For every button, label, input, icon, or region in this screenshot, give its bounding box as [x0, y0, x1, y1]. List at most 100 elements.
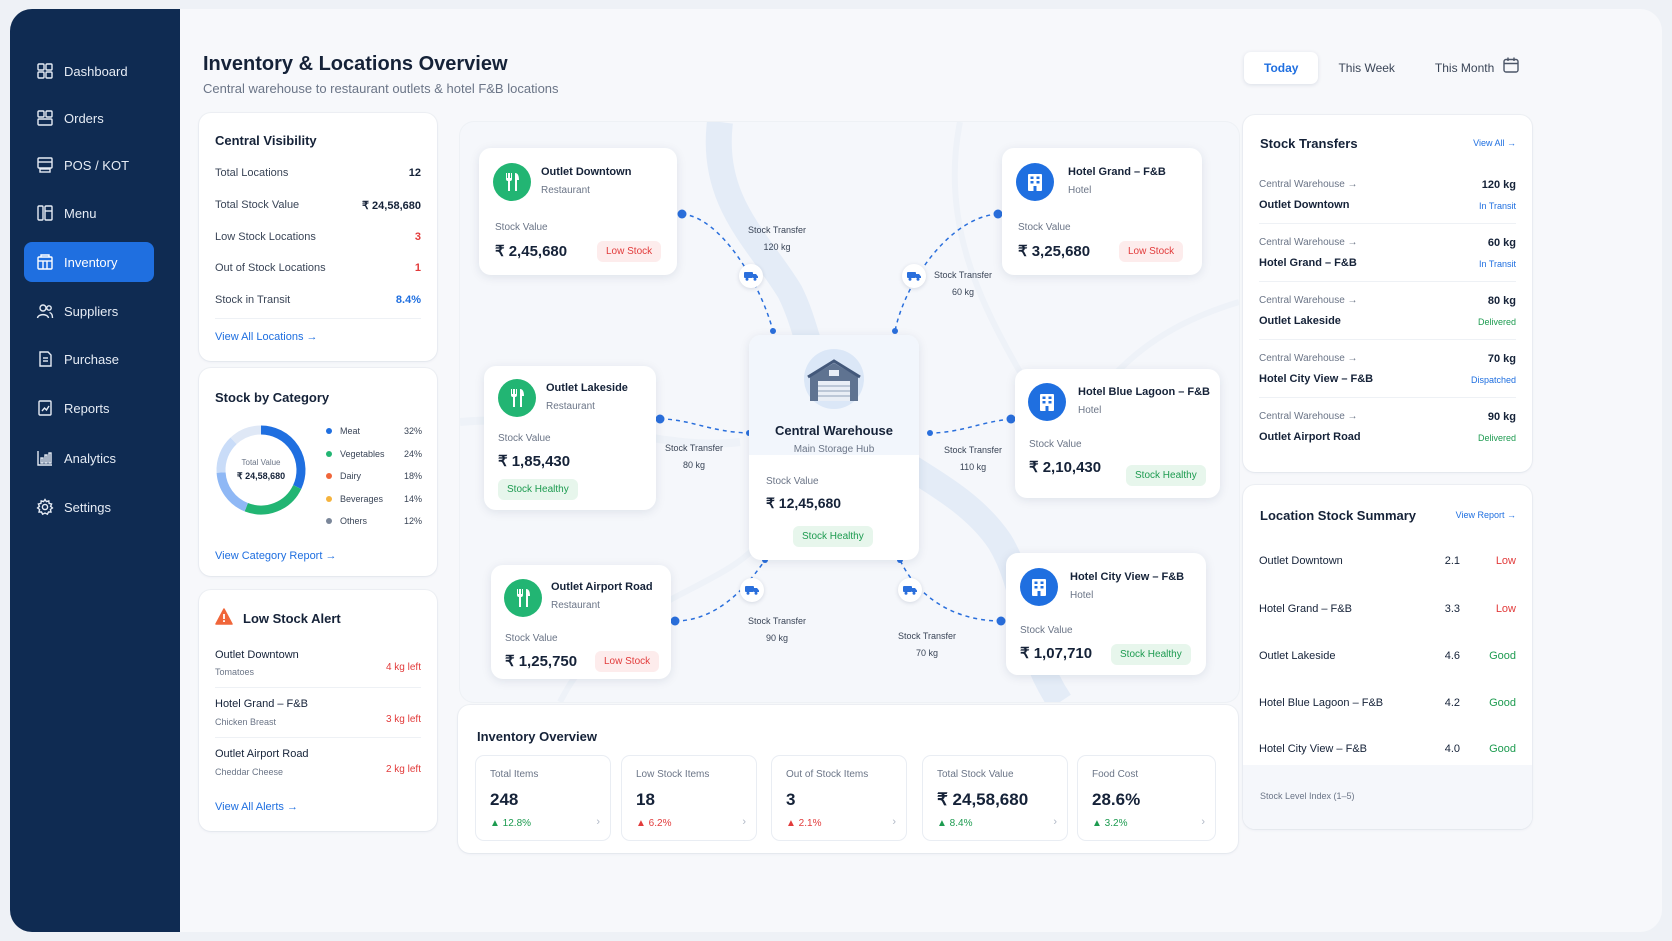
orders-icon [37, 110, 53, 126]
transfer-title: Stock Transfer [748, 225, 807, 235]
status-badge: Stock Healthy [1111, 644, 1191, 665]
stock-level-index-note: Stock Level Index (1–5) [1260, 791, 1355, 801]
sidebar-item-settings[interactable]: Settings [24, 487, 154, 527]
stock-by-category-card: Stock by Category Total Value ₹ 24,58,68… [199, 368, 437, 576]
legend-value: 24% [403, 449, 422, 459]
location-node-outlet-downtown[interactable]: Outlet Downtown Restaurant Stock Value ₹… [479, 148, 677, 275]
category-donut-chart [216, 425, 306, 515]
divider [1259, 223, 1516, 224]
transfer-from: Central Warehouse → [1259, 179, 1358, 190]
kpi-low-stock-items[interactable]: Low Stock Items 18 ▲ 6.2% › [622, 756, 756, 840]
fork-knife-icon [511, 389, 524, 407]
transfer-qty: 60 kg [1487, 237, 1516, 249]
node-name: Hotel City View – F&B [1070, 571, 1185, 583]
range-this-month[interactable]: This Month [1415, 52, 1514, 84]
location-node-hotel-city-view[interactable]: Hotel City View – F&B Hotel Stock Value … [1006, 553, 1206, 675]
transfer-title: Stock Transfer [934, 270, 993, 280]
transfer-status: Delivered [1477, 433, 1516, 443]
view-all-transfers-link[interactable]: View All → [1473, 138, 1516, 148]
sidebar-item-purchase[interactable]: Purchase [24, 339, 154, 379]
central-warehouse-node[interactable]: Central Warehouse Main Storage Hub Stock… [749, 335, 919, 560]
range-today[interactable]: Today [1244, 52, 1319, 84]
donut-center-label: Total Value [241, 458, 281, 467]
stat-row: Out of Stock Locations 1 [215, 262, 421, 274]
stock-level-grade: Low [1495, 603, 1516, 615]
stat-value: ₹ 24,58,680 [362, 200, 421, 212]
kpi-delta: ▲ 6.2% [636, 818, 672, 829]
summary-row[interactable]: Hotel City View – F&B 4.0 Good [1259, 743, 1516, 759]
sidebar-item-label: Dashboard [64, 63, 128, 79]
location-node-outlet-airport-road[interactable]: Outlet Airport Road Restaurant Stock Val… [491, 565, 671, 679]
location-name: Hotel City View – F&B [1259, 743, 1368, 755]
sidebar-item-label: Menu [64, 205, 97, 221]
card-title: Central Visibility [215, 133, 317, 148]
sidebar-item-label: Purchase [64, 351, 119, 367]
restaurant-icon [504, 579, 542, 617]
location-node-outlet-lakeside[interactable]: Outlet Lakeside Restaurant Stock Value ₹… [484, 366, 656, 510]
range-this-week[interactable]: This Week [1318, 52, 1414, 84]
view-all-locations-link[interactable]: View All Locations → [215, 331, 318, 343]
card-title: Low Stock Alert [243, 611, 341, 626]
summary-row[interactable]: Outlet Downtown 2.1 Low [1259, 555, 1516, 571]
chevron-right-icon: › [892, 816, 896, 828]
location-name: Hotel Blue Lagoon – F&B [1259, 697, 1384, 709]
stock-value: ₹ 3,25,680 [1018, 243, 1091, 260]
chevron-right-icon: › [596, 816, 600, 828]
summary-row[interactable]: Outlet Lakeside 4.6 Good [1259, 650, 1516, 666]
menu-icon [37, 205, 53, 221]
date-range-selector: Today This Week This Month [1244, 49, 1526, 87]
legend-swatch [326, 473, 332, 479]
stock-value-label: Stock Value [498, 433, 551, 444]
transfer-qty: 110 kg [959, 462, 987, 473]
view-all-alerts-link[interactable]: View All Alerts → [215, 801, 298, 813]
sidebar-item-orders[interactable]: Orders [24, 98, 154, 138]
alert-qty: 2 kg left [385, 764, 421, 775]
sidebar-item-suppliers[interactable]: Suppliers [24, 291, 154, 331]
sidebar-item-menu[interactable]: Menu [24, 193, 154, 233]
card-title: Location Stock Summary [1260, 508, 1417, 523]
legend-value: 32% [403, 426, 422, 436]
stat-row: Stock in Transit 8.4% [215, 294, 421, 306]
view-report-link[interactable]: View Report → [1456, 510, 1516, 520]
transfer-qty: 60 kg [952, 287, 975, 298]
sidebar-item-analytics[interactable]: Analytics [24, 438, 154, 478]
purchase-icon [39, 351, 52, 367]
summary-row[interactable]: Hotel Grand – F&B 3.3 Low [1259, 603, 1516, 619]
location-node-hotel-blue-lagoon[interactable]: Hotel Blue Lagoon – F&B Hotel Stock Valu… [1015, 369, 1220, 498]
transfer-qty: 80 kg [683, 460, 706, 471]
transfer-from: Central Warehouse → [1259, 237, 1358, 248]
node-type: Restaurant [546, 401, 595, 412]
transfer-label: Stock Transfer 110 kg [944, 442, 1002, 476]
kpi-total-stock-value[interactable]: Total Stock Value ₹ 24,58,680 ▲ 8.4% › [923, 756, 1067, 840]
calendar-icon[interactable] [1502, 56, 1520, 74]
transfer-from: Central Warehouse → [1259, 353, 1358, 364]
divider [1259, 397, 1516, 398]
stat-value: 12 [408, 167, 421, 179]
sidebar-item-inventory[interactable]: Inventory [24, 242, 154, 282]
view-category-report-link[interactable]: View Category Report → [215, 550, 336, 562]
sidebar-item-pos-kot[interactable]: POS / KOT [24, 145, 154, 185]
stat-row: Low Stock Locations 3 [215, 231, 421, 243]
kpi-food-cost[interactable]: Food Cost 28.6% ▲ 3.2% › [1078, 756, 1215, 840]
legend-label: Vegetables [340, 449, 385, 459]
alert-qty: 3 kg left [385, 714, 421, 725]
kpi-total-items[interactable]: Total Items 248 ▲ 12.8% › [476, 756, 610, 840]
building-icon [1032, 579, 1046, 596]
stat-label: Low Stock Locations [215, 231, 316, 243]
transfer-title: Stock Transfer [944, 445, 1003, 455]
reports-icon [38, 400, 52, 416]
kpi-out-of-stock-items[interactable]: Out of Stock Items 3 ▲ 2.1% › [772, 756, 906, 840]
kpi-value: 28.6% [1092, 790, 1141, 809]
donut-slice-beverages [216, 437, 237, 473]
sidebar-item-reports[interactable]: Reports [24, 388, 154, 428]
stock-value: ₹ 12,45,680 [766, 495, 842, 511]
location-node-hotel-grand[interactable]: Hotel Grand – F&B Hotel Stock Value ₹ 3,… [1002, 148, 1202, 275]
sidebar-item-dashboard[interactable]: Dashboard [24, 51, 154, 91]
location-name: Outlet Lakeside [1259, 650, 1336, 662]
truck-icon [739, 264, 763, 288]
restaurant-icon [498, 379, 536, 417]
kpi-delta: ▲ 3.2% [1092, 818, 1128, 829]
kpi-value: 3 [786, 790, 796, 809]
stock-level-score: 2.1 [1444, 555, 1460, 567]
summary-row[interactable]: Hotel Blue Lagoon – F&B 4.2 Good [1259, 697, 1516, 713]
